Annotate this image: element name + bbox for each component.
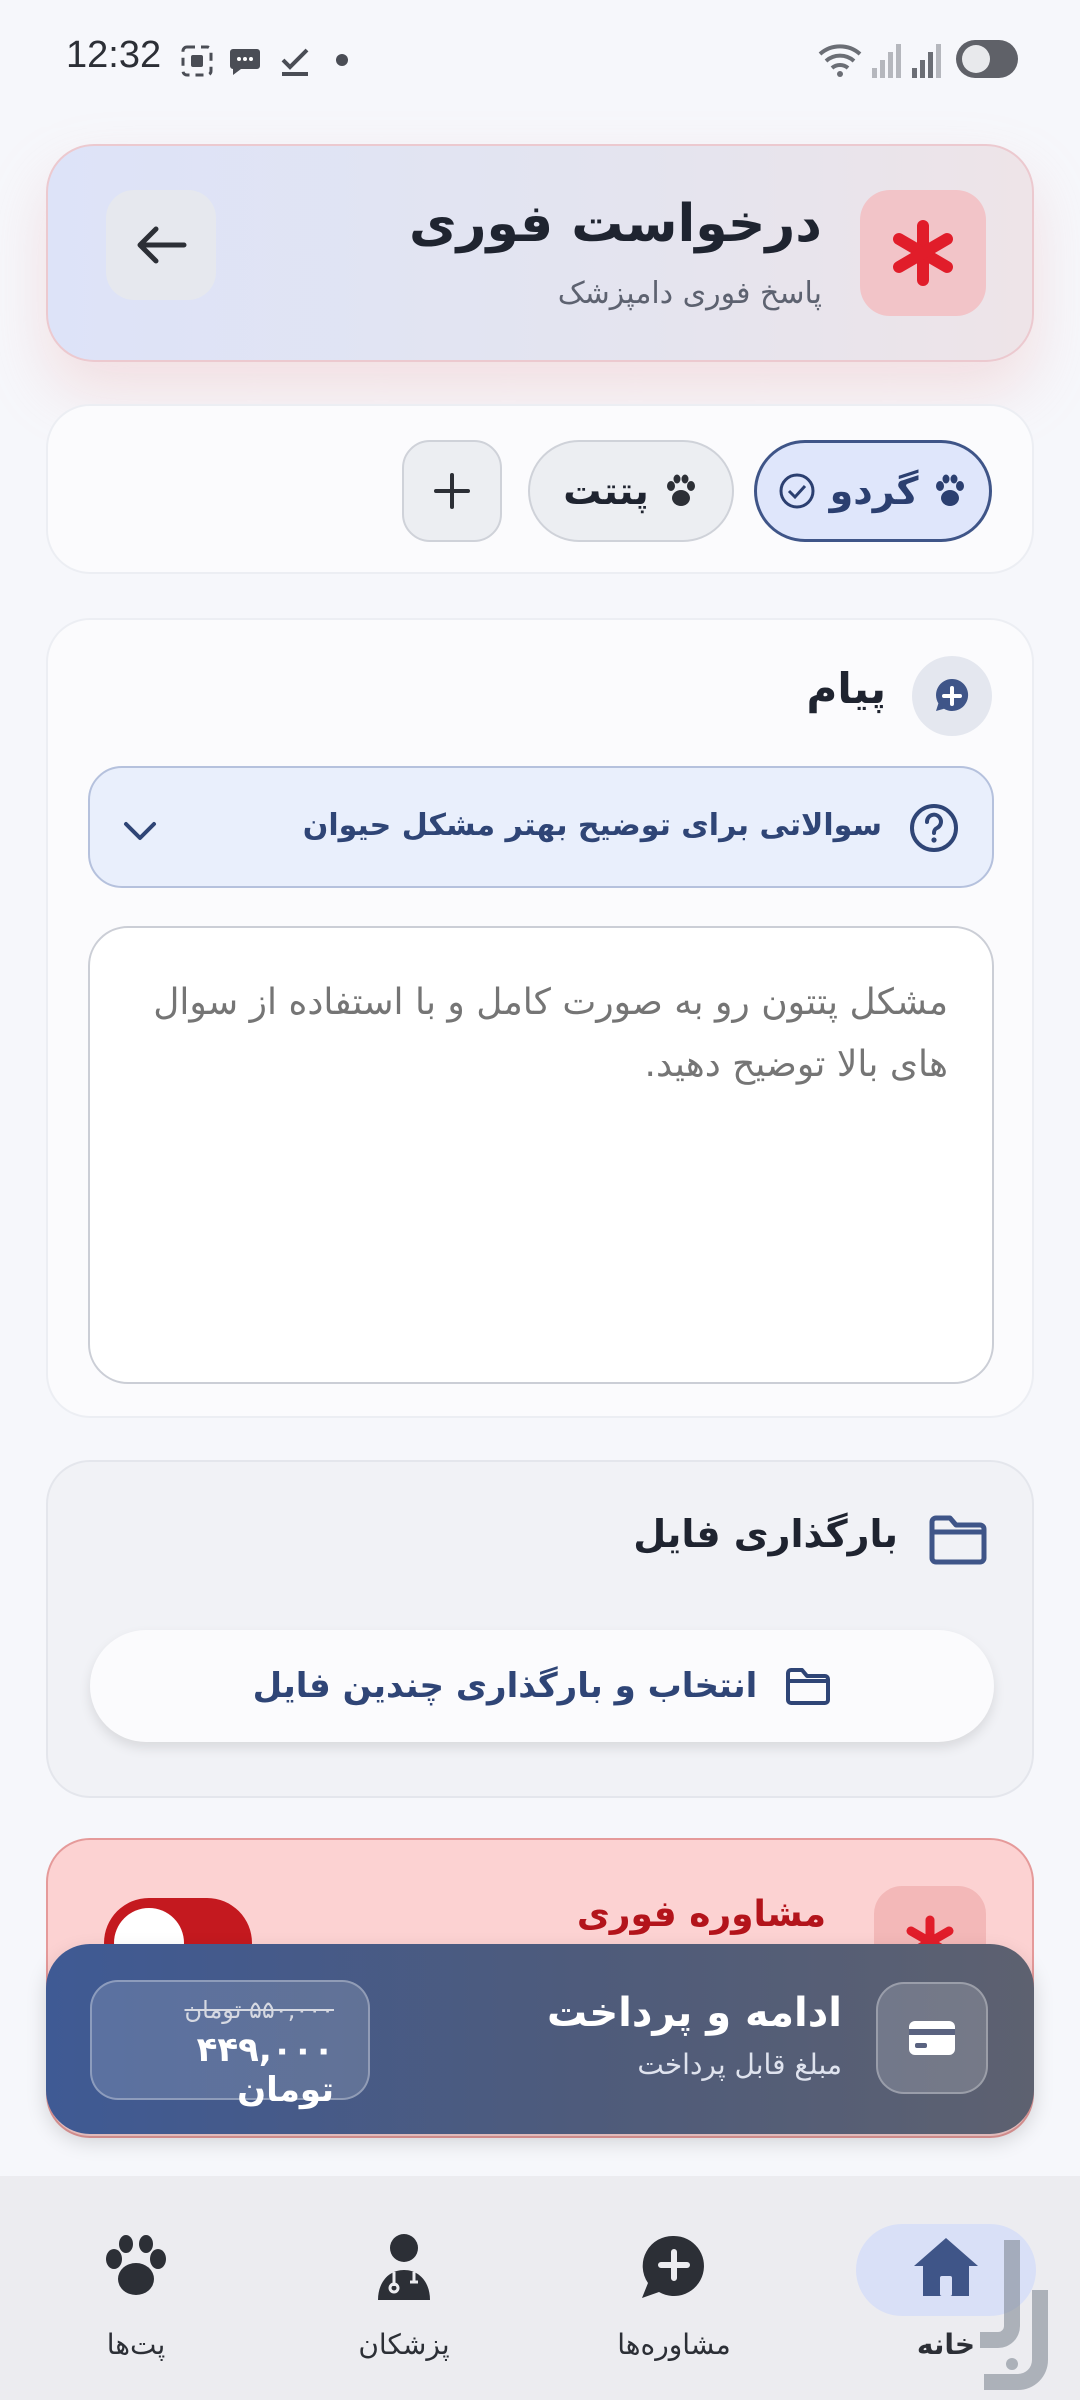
header-card: درخواست فوری پاسخ فوری دامپزشک: [46, 144, 1034, 362]
notification-dot: [336, 54, 348, 66]
nav-consultations[interactable]: مشاوره‌ها: [574, 2232, 774, 2382]
payment-bar[interactable]: ادامه و پرداخت مبلغ قابل پرداخت ۵۵۰,۰۰۰ …: [46, 1944, 1034, 2134]
old-price: ۵۵۰,۰۰۰ تومان: [184, 1996, 334, 2024]
plus-icon: [434, 473, 470, 509]
pet-chip-label: پتتت: [563, 469, 649, 513]
message-title: پیام: [806, 664, 886, 713]
paw-icon: [936, 474, 965, 506]
payment-subtitle: مبلغ قابل پرداخت: [637, 2048, 842, 2081]
battery-icon: [956, 40, 1018, 78]
paw-icon: [666, 474, 695, 506]
upload-button-label: انتخاب و بارگذاری چندین فایل: [252, 1666, 758, 1706]
upload-title: بارگذاری فایل: [633, 1512, 898, 1556]
task-done-icon: [278, 44, 312, 78]
status-time: 12:32: [66, 34, 162, 76]
pet-selector: گردو پتتت: [46, 404, 1034, 574]
chat-add-icon: [629, 2232, 719, 2302]
page-title: درخواست فوری: [408, 194, 822, 254]
nav-doctors[interactable]: پزشکان: [304, 2232, 504, 2382]
page-subtitle: پاسخ فوری دامپزشک: [557, 276, 822, 311]
add-pet-button[interactable]: [402, 440, 502, 542]
folder-icon: [786, 1668, 831, 1705]
nav-pets[interactable]: پت‌ها: [36, 2232, 236, 2382]
pet-chip-label: گردو: [829, 469, 919, 513]
doctor-icon: [359, 2232, 449, 2302]
faq-dropdown[interactable]: سوالاتی برای توضیح بهتر مشکل حیوان: [88, 766, 994, 888]
urgent-title: مشاوره فوری: [576, 1894, 826, 1935]
message-icon: [228, 44, 262, 78]
screenshot-icon: [180, 44, 214, 78]
pet-chip-patatat[interactable]: پتتت: [528, 440, 734, 542]
back-button[interactable]: [106, 190, 216, 300]
nav-doctors-label: پزشکان: [358, 2328, 450, 2361]
final-price: ۴۴۹,۰۰۰ تومان: [196, 2030, 334, 2110]
upload-files-button[interactable]: انتخاب و بارگذاری چندین فایل: [90, 1630, 994, 1742]
price-box: ۵۵۰,۰۰۰ تومان ۴۴۹,۰۰۰ تومان: [90, 1980, 370, 2110]
asterisk-icon: [893, 220, 953, 286]
message-card: پیام سوالاتی برای توضیح بهتر مشکل حیوان: [46, 618, 1034, 1418]
check-circle-icon: [779, 473, 815, 509]
home-icon: [901, 2232, 991, 2302]
wifi-icon: [818, 40, 862, 80]
payment-title: ادامه و پرداخت: [547, 1990, 842, 2036]
arrow-left-icon: [137, 226, 187, 264]
credit-card-icon: [876, 1982, 988, 2094]
signal-icon-1: [870, 40, 904, 80]
nav-consultations-label: مشاوره‌ها: [617, 2328, 731, 2361]
status-bar: 12:32: [0, 0, 1080, 120]
message-textarea[interactable]: [88, 926, 994, 1384]
signal-icon-2: [910, 40, 944, 80]
chat-add-icon: [912, 656, 992, 736]
upload-card: بارگذاری فایل انتخاب و بارگذاری چندین فا…: [46, 1460, 1034, 1798]
folder-icon: [929, 1515, 987, 1565]
pet-chip-gerdoo[interactable]: گردو: [754, 440, 992, 542]
chevron-down-icon: [124, 822, 156, 840]
emergency-badge: [860, 190, 986, 316]
faq-label: سوالاتی برای توضیح بهتر مشکل حیوان: [302, 808, 882, 843]
question-circle-icon: [910, 804, 958, 852]
nav-pets-label: پت‌ها: [106, 2328, 166, 2361]
bottom-nav: خانه مشاوره‌ها پزشکان پت‌ها: [0, 2176, 1080, 2400]
paw-icon: [91, 2232, 181, 2302]
